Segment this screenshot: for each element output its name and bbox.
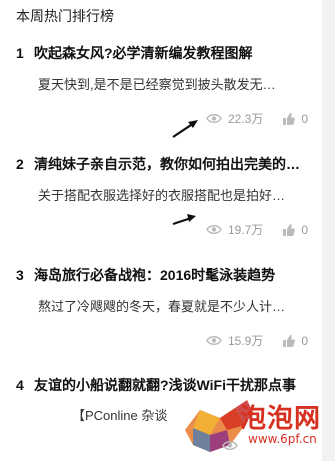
like-count: 0 [301, 222, 308, 237]
item-rank: 3 [16, 267, 24, 283]
thumbs-up-icon[interactable] [283, 334, 296, 347]
watermark-text: 泡泡网 [240, 404, 322, 434]
eye-icon [206, 225, 222, 234]
list-item[interactable]: 3 海岛旅行必备战袍：2016时髦泳装趋势 熬过了冷飕飕的冬天，春夏就是不少人计…… [16, 266, 316, 348]
item-summary: 夏天快到,是不是已经察觉到披头散发无… [38, 77, 276, 92]
watermark-url: www.6pf.cn [248, 432, 317, 446]
item-rank: 2 [16, 156, 24, 172]
view-count: 19.7万 [227, 223, 264, 237]
eye-icon [206, 336, 222, 345]
item-summary: 关于搭配衣服选择好的衣服搭配也是拍好… [38, 188, 286, 203]
like-count: 0 [301, 333, 308, 348]
page-title: 本周热门排行榜 [16, 8, 114, 24]
item-rank: 1 [16, 45, 24, 61]
view-count: 15.9万 [227, 334, 264, 348]
like-count: 0 [301, 111, 308, 126]
list-item[interactable]: 1 吹起森女风?必学清新编发教程图解 夏天快到,是不是已经察觉到披头散发无… 22… [16, 44, 316, 126]
item-summary: 熬过了冷飕飕的冬天，春夏就是不少人计… [38, 299, 286, 314]
arrow-annotation-icon [172, 214, 196, 226]
eye-icon [222, 441, 238, 451]
item-meta: 15.9万 0 [206, 332, 308, 349]
item-rank: 4 [16, 377, 24, 393]
list-item[interactable]: 2 清纯妹子亲自示范，教你如何拍出完美的… 关于搭配衣服选择好的衣服搭配也是拍好…… [16, 155, 316, 237]
item-title[interactable]: 3 海岛旅行必备战袍：2016时髦泳装趋势 [16, 266, 306, 284]
item-meta [222, 438, 238, 452]
eye-icon [206, 114, 222, 123]
item-title[interactable]: 2 清纯妹子亲自示范，教你如何拍出完美的… [16, 155, 306, 173]
arrow-annotation-icon [172, 120, 198, 138]
item-meta: 22.3万 0 [206, 110, 308, 127]
item-title[interactable]: 1 吹起森女风?必学清新编发教程图解 [16, 44, 306, 62]
thumbs-up-icon[interactable] [283, 223, 296, 236]
view-count: 22.3万 [227, 112, 264, 126]
item-meta: 19.7万 0 [206, 221, 308, 238]
thumbs-up-icon[interactable] [283, 112, 296, 125]
